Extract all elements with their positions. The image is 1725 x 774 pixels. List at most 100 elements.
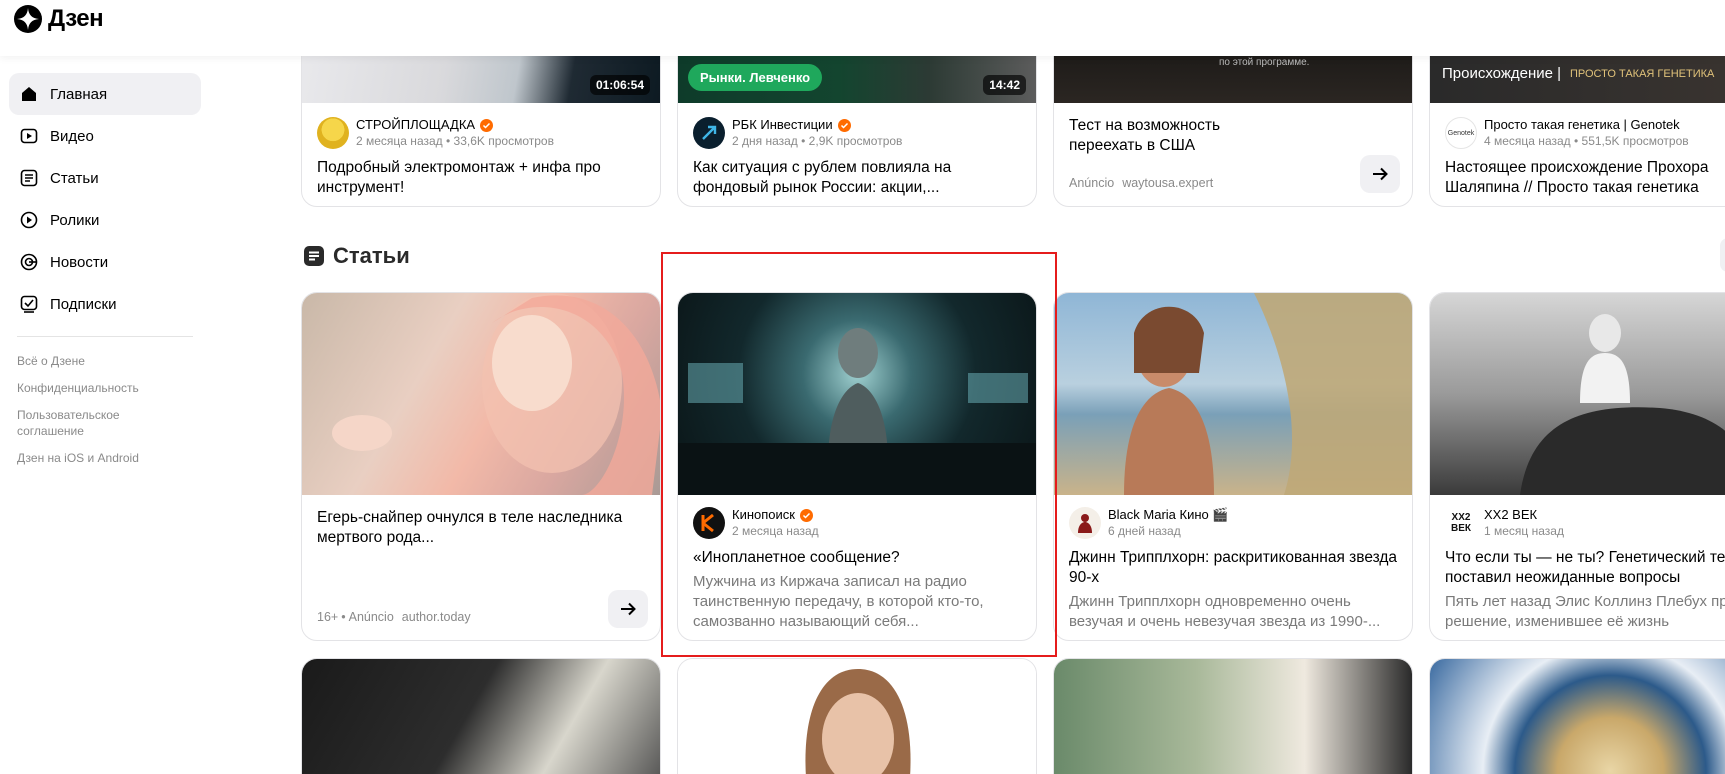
video-card[interactable]: Рынки. Левченко 14:42 РБК Инвестиции 2 д… bbox=[677, 40, 1037, 207]
sidebar-item-label: Подписки bbox=[50, 295, 117, 313]
top-header: Дзен bbox=[0, 0, 1725, 56]
avatar-text: Genotek bbox=[1447, 129, 1475, 137]
article-thumbnail[interactable] bbox=[678, 293, 1036, 495]
article-thumbnail[interactable] bbox=[1430, 293, 1725, 495]
source-name: Просто такая генетика | Genotek bbox=[1484, 117, 1680, 132]
shorts-icon bbox=[20, 211, 38, 229]
ad-label: Anúncio bbox=[348, 610, 394, 624]
link-apps[interactable]: Дзен на iOS и Android bbox=[17, 450, 177, 466]
article-card[interactable]: Кинопоиск 2 месяца назад «Инопланетное с… bbox=[677, 292, 1037, 641]
ad-card[interactable]: Егерь-снайпер очнулся в теле наследника … bbox=[301, 292, 661, 641]
verified-icon bbox=[799, 508, 813, 522]
link-terms[interactable]: Пользовательское соглашение bbox=[17, 407, 177, 439]
ad-label-row: Anúncio waytousa.expert bbox=[1069, 176, 1213, 190]
card-source[interactable]: XX2 ВЕК ХХ2 ВЕК 1 месяц назад bbox=[1445, 507, 1564, 539]
sidebar-item-video[interactable]: Видео bbox=[9, 115, 201, 157]
rbc-logo-icon bbox=[702, 125, 717, 140]
avatar bbox=[693, 507, 725, 539]
article-card[interactable] bbox=[301, 658, 661, 774]
link-privacy[interactable]: Конфиденциальность bbox=[17, 380, 177, 396]
source-name: РБК Инвестиции bbox=[732, 117, 833, 132]
video-duration: 14:42 bbox=[983, 75, 1026, 95]
scroll-right-button[interactable] bbox=[1720, 238, 1725, 272]
sidebar-item-subscriptions[interactable]: Подписки bbox=[9, 283, 201, 325]
sidebar-item-home[interactable]: Главная bbox=[9, 73, 201, 115]
avatar bbox=[1069, 507, 1101, 539]
article-card[interactable] bbox=[1429, 658, 1725, 774]
source-meta: 2 месяца назад • 33,6K просмотров bbox=[356, 134, 554, 148]
thumb-caption: по этой программе. bbox=[1219, 57, 1310, 68]
card-title: Настоящее происхождение Прохора Шаляпина… bbox=[1445, 159, 1709, 196]
avatar bbox=[317, 117, 349, 149]
subscriptions-icon bbox=[20, 295, 38, 313]
news-icon bbox=[20, 253, 38, 271]
dzen-logo[interactable]: Дзен bbox=[14, 5, 104, 33]
channel-logo-icon bbox=[1078, 514, 1092, 533]
age-rating: 16+ bbox=[317, 610, 339, 624]
source-name: Black Maria Кино 🎬 bbox=[1108, 507, 1229, 522]
home-icon bbox=[22, 87, 36, 101]
open-ad-button[interactable] bbox=[608, 590, 648, 628]
section-heading-articles[interactable]: Статьи bbox=[303, 243, 410, 269]
source-name: ХХ2 ВЕК bbox=[1484, 507, 1538, 522]
kinopoisk-logo-icon bbox=[701, 513, 714, 533]
ad-card[interactable]: по этой программе. Тест на возможность п… bbox=[1053, 40, 1413, 207]
article-thumbnail[interactable] bbox=[1054, 659, 1412, 774]
ad-domain[interactable]: author.today bbox=[402, 610, 471, 624]
video-card[interactable]: 01:06:54 СТРОЙПЛОЩАДКА 2 месяца назад • … bbox=[301, 40, 661, 207]
sidebar-item-label: Статьи bbox=[50, 169, 99, 187]
card-title: Егерь-снайпер очнулся в теле наследника … bbox=[317, 509, 623, 546]
article-card[interactable]: Black Maria Кино 🎬 6 дней назад Джинн Тр… bbox=[1053, 292, 1413, 641]
ad-label: Anúncio bbox=[1069, 176, 1115, 190]
sidebar-item-label: Ролики bbox=[50, 211, 100, 229]
alien-illustration bbox=[678, 328, 1036, 495]
card-title: Тест на возможность переехать в США bbox=[1069, 117, 1221, 154]
article-thumbnail[interactable] bbox=[1054, 293, 1412, 495]
source-meta: 4 месяца назад • 551,5K просмотров bbox=[1484, 134, 1689, 148]
card-title: Как ситуация с рублем повлияла на фондов… bbox=[693, 159, 952, 196]
sidebar-item-shorts[interactable]: Ролики bbox=[9, 199, 201, 241]
thumb-caption-b: ПРОСТО ТАКАЯ ГЕНЕТИКА bbox=[1570, 68, 1715, 80]
open-ad-button[interactable] bbox=[1360, 155, 1400, 193]
portrait-photo bbox=[805, 669, 911, 774]
article-card[interactable] bbox=[677, 658, 1037, 774]
dzen-logo-icon bbox=[14, 5, 42, 33]
sidebar-item-label: Новости bbox=[50, 253, 109, 271]
ad-domain[interactable]: waytousa.expert bbox=[1122, 176, 1213, 190]
article-card[interactable] bbox=[1053, 658, 1413, 774]
avatar-text-a: XX2 bbox=[1451, 512, 1471, 523]
sidebar-item-news[interactable]: Новости bbox=[9, 241, 201, 283]
card-source[interactable]: Кинопоиск 2 месяца назад bbox=[693, 507, 819, 539]
sidebar: Главная Видео Статьи Ролики Новости Подп… bbox=[0, 56, 210, 774]
card-source[interactable]: Genotek Просто такая генетика | Genotek … bbox=[1445, 117, 1689, 149]
card-source[interactable]: РБК Инвестиции 2 дня назад • 2,9K просмо… bbox=[693, 117, 902, 149]
card-description: Пять лет назад Элис Коллинз Плебух приня… bbox=[1445, 593, 1725, 630]
article-thumbnail[interactable] bbox=[302, 293, 660, 495]
card-source[interactable]: Black Maria Кино 🎬 6 дней назад bbox=[1069, 507, 1229, 539]
avatar bbox=[693, 117, 725, 149]
sidebar-divider bbox=[17, 336, 193, 337]
article-thumbnail[interactable] bbox=[1430, 659, 1725, 774]
article-thumbnail[interactable] bbox=[302, 659, 660, 774]
logo-text: Дзен bbox=[48, 5, 104, 32]
arrow-right-icon bbox=[1373, 167, 1388, 181]
section-title: Статьи bbox=[333, 243, 410, 268]
video-duration: 01:06:54 bbox=[589, 75, 650, 95]
avatar: XX2 ВЕК bbox=[1445, 507, 1477, 539]
verified-icon bbox=[837, 118, 851, 132]
article-icon bbox=[304, 246, 324, 266]
source-name: Кинопоиск bbox=[732, 507, 795, 522]
video-icon bbox=[20, 128, 38, 144]
video-card[interactable]: Происхождение | ПРОСТО ТАКАЯ ГЕНЕТИКА Ge… bbox=[1429, 40, 1725, 207]
source-name: СТРОЙПЛОЩАДКА bbox=[356, 117, 476, 132]
thumb-caption-a: Происхождение | bbox=[1442, 65, 1562, 82]
card-title: Подробный электромонтаж + инфа про инстр… bbox=[317, 159, 601, 196]
sidebar-item-articles[interactable]: Статьи bbox=[9, 157, 201, 199]
sidebar-item-label: Видео bbox=[50, 127, 94, 145]
card-title: Что если ты — не ты? Генетический тест п… bbox=[1445, 549, 1725, 586]
article-card[interactable]: XX2 ВЕК ХХ2 ВЕК 1 месяц назад Что если т… bbox=[1429, 292, 1725, 641]
card-source[interactable]: СТРОЙПЛОЩАДКА 2 месяца назад • 33,6K про… bbox=[317, 117, 554, 149]
link-about[interactable]: Всё о Дзене bbox=[17, 353, 177, 369]
rubric-badge: Рынки. Левченко bbox=[688, 64, 823, 91]
article-thumbnail[interactable] bbox=[678, 659, 1036, 774]
